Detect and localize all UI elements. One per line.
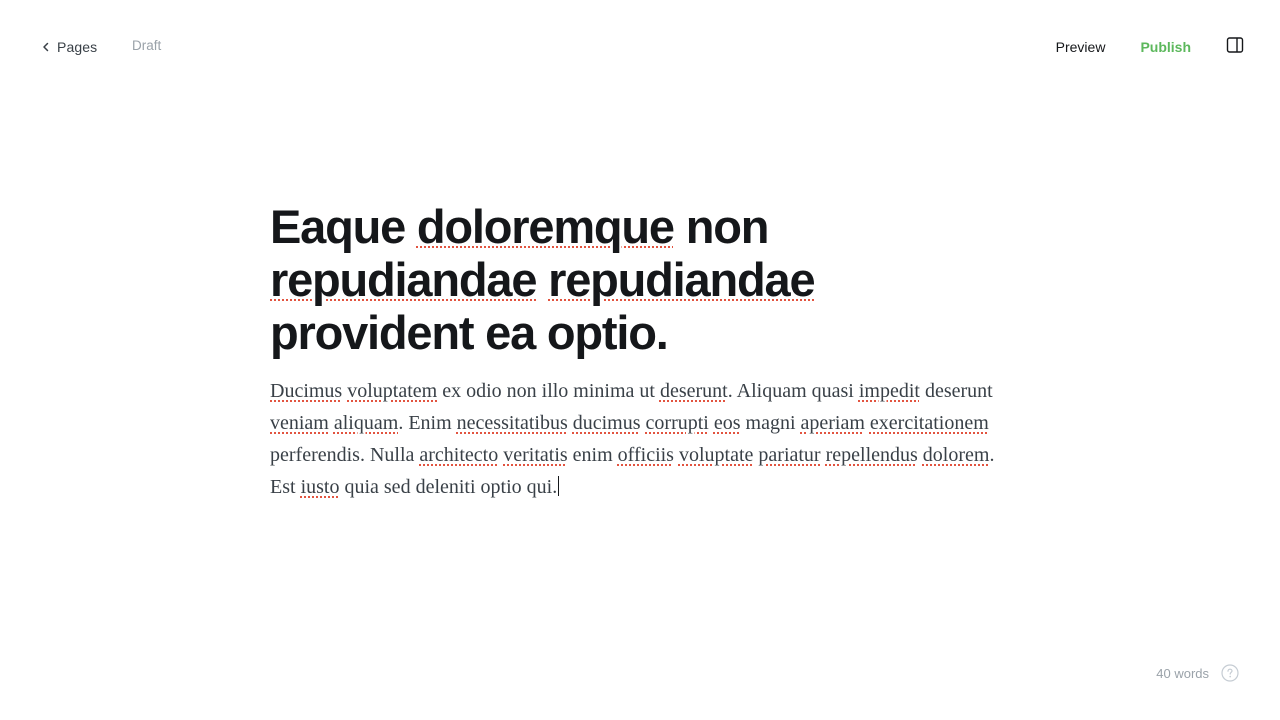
post-title-input[interactable]: Eaque doloremque non repudiandae repudia… [270,200,1010,359]
misspelled-word: veniam [270,412,329,434]
misspelled-word: doloremque [416,200,675,253]
help-button[interactable] [1221,664,1239,682]
word-count: 40 words [1156,665,1209,681]
editor-footer: 40 words [1156,664,1239,682]
misspelled-word: iusto [300,476,340,498]
misspelled-word: corrupti [645,412,709,434]
back-label: Pages [57,39,98,55]
text-cursor [558,476,560,496]
misspelled-word: voluptatem [347,380,438,402]
misspelled-word: officiis [617,444,674,466]
back-to-pages-link[interactable]: Pages [41,37,97,57]
text-run [536,253,548,306]
text-run [405,200,417,253]
misspelled-word: architecto [419,444,499,466]
misspelled-word: aliquam [333,412,399,434]
chevron-left-icon [41,42,51,52]
misspelled-word: voluptate [678,444,754,466]
post-editor: Eaque doloremque non repudiandae repudia… [270,200,1010,503]
text-run: enim [567,444,618,466]
text-run: quia sed deleniti optio qui. [339,476,558,498]
misspelled-word: pariatur [758,444,821,466]
text-run: . Enim [398,412,457,434]
misspelled-word: aperiam [800,412,865,434]
post-body-editor[interactable]: Ducimus voluptatem ex odio non illo mini… [270,375,1010,503]
settings-panel-toggle[interactable] [1226,36,1244,59]
misspelled-word: exercitationem [869,412,989,434]
text-run: magni [740,412,801,434]
text-run: . Aliquam quasi [727,380,859,402]
help-circle-icon [1221,664,1239,686]
header-actions: Preview Publish [1056,34,1244,60]
editor-header: Pages Draft Preview Publish [0,0,1280,94]
misspelled-word: Ducimus [270,380,343,402]
text-run: ex odio non illo minima ut [437,380,660,402]
text-run: perferendis. Nulla [270,444,420,466]
text-run: non [673,200,770,253]
text-run: Eaque [270,200,406,253]
misspelled-word: repudiandae [270,253,537,306]
misspelled-word: necessitatibus [456,412,568,434]
text-run: provident ea optio. [270,306,669,359]
misspelled-word: ducimus [572,412,641,434]
misspelled-word: eos [713,412,741,434]
misspelled-word: deserunt [659,380,728,402]
misspelled-word: veritatis [503,444,568,466]
misspelled-word: repellendus [825,444,918,466]
post-status: Draft [132,38,162,53]
sidebar-panel-icon [1226,36,1244,59]
misspelled-word: repudiandae [548,253,815,306]
publish-button[interactable]: Publish [1140,39,1191,55]
text-run: deserunt [919,380,993,402]
misspelled-word: dolorem [922,444,990,466]
preview-button[interactable]: Preview [1056,39,1106,55]
misspelled-word: impedit [858,380,920,402]
